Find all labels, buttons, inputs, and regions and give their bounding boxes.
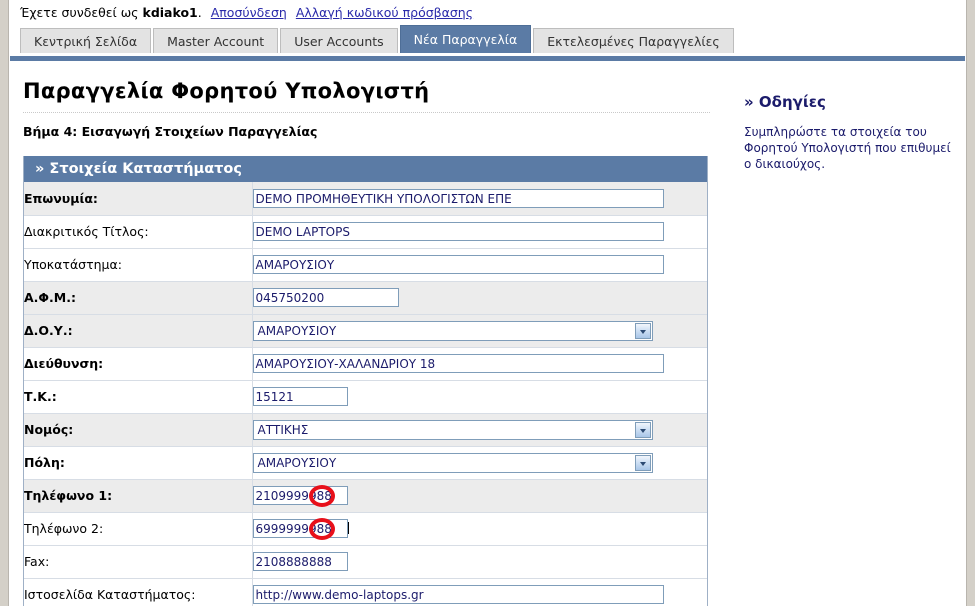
field-wrapper: http://www.demo-laptops.gr	[252, 585, 664, 605]
field-label: Νομός:	[24, 413, 253, 447]
tab-3-active[interactable]: Νέα Παραγγελία	[399, 25, 532, 53]
text-input-10[interactable]: 6999999988	[252, 519, 348, 538]
select-4[interactable]: ΑΜΑΡΟΥΣΙΟΥ	[252, 320, 653, 341]
field-label: Δ.Ο.Υ.:	[24, 314, 253, 348]
change-password-link[interactable]: Αλλαγή κωδικού πρόσβασης	[296, 5, 473, 20]
logged-in-username: kdiako1	[142, 5, 198, 20]
field-wrapper: 045750200	[252, 288, 399, 307]
form-row: Fax: 2108888888	[24, 545, 707, 579]
shop-details-panel: » Στοιχεία Καταστήματος Επωνυμία: DEMO ΠΡ…	[23, 156, 708, 606]
field-value-cell: ΑΜΑΡΟΥΣΙΟΥ-ΧΑΛΑΝΔΡΙΟΥ 18	[252, 347, 707, 381]
chevron-down-icon[interactable]	[634, 421, 651, 438]
form-row: Υποκατάστημα: ΑΜΑΡΟΥΣΙΟΥ	[24, 248, 707, 282]
form-row: Επωνυμία: DEMO ΠΡΟΜΗΘΕΥΤΙΚΗ ΥΠΟΛΟΓΙΣΤΩΝ Ε…	[24, 182, 707, 216]
text-input-0[interactable]: DEMO ΠΡΟΜΗΘΕΥΤΙΚΗ ΥΠΟΛΟΓΙΣΤΩΝ ΕΠΕ	[252, 188, 664, 208]
field-wrapper: DEMO LAPTOPS	[252, 222, 664, 241]
chevron-down-icon[interactable]	[634, 454, 651, 471]
select-selected-value: ΑΜΑΡΟΥΣΙΟΥ	[257, 455, 337, 470]
select-selected-value: ΑΜΑΡΟΥΣΙΟΥ	[257, 323, 337, 338]
field-value-cell: ΑΤΤΙΚΗΣ	[252, 413, 707, 447]
field-value-cell: 6999999988	[252, 512, 707, 546]
form-row: Τ.Κ.: 15121	[24, 380, 707, 414]
application-window: Έχετε συνδεθεί ως kdiako1. Αποσύνδεση Αλ…	[0, 0, 975, 606]
form-row: Διακριτικός Τίτλος: DEMO LAPTOPS	[24, 215, 707, 249]
field-value-cell: ΑΜΑΡΟΥΣΙΟΥ	[252, 314, 707, 348]
shop-details-table: Επωνυμία: DEMO ΠΡΟΜΗΘΕΥΤΙΚΗ ΥΠΟΛΟΓΙΣΤΩΝ Ε…	[24, 182, 707, 606]
field-value-cell: ΑΜΑΡΟΥΣΙΟΥ	[252, 248, 707, 282]
navigation-tabs: Κεντρική Σελίδα Master Account User Accoun…	[10, 25, 965, 56]
field-wrapper: 2109999988	[252, 485, 348, 507]
field-wrapper: 15121	[252, 387, 348, 406]
field-label: Διεύθυνση:	[24, 347, 253, 381]
panel-header: » Στοιχεία Καταστήματος	[24, 156, 707, 182]
select-selected-value: ΑΤΤΙΚΗΣ	[257, 422, 309, 437]
field-value-cell: http://www.demo-laptops.gr	[252, 578, 707, 606]
text-input-9[interactable]: 2109999988	[252, 486, 348, 505]
field-value-cell: ΑΜΑΡΟΥΣΙΟΥ	[252, 446, 707, 480]
field-value-cell: 2108888888	[252, 545, 707, 579]
form-row: Δ.Ο.Υ.: ΑΜΑΡΟΥΣΙΟΥ	[24, 314, 707, 348]
field-wrapper: ΑΜΑΡΟΥΣΙΟΥ	[252, 255, 664, 274]
right-column: » Οδηγίες Συμπληρώστε τα στοιχεία του Φο…	[732, 61, 965, 172]
text-input-12[interactable]: http://www.demo-laptops.gr	[252, 585, 664, 605]
text-input-1[interactable]: DEMO LAPTOPS	[252, 222, 664, 241]
field-label: Τηλέφωνο 1:	[24, 479, 253, 513]
field-label: Fax:	[24, 545, 253, 579]
form-row: Νομός: ΑΤΤΙΚΗΣ	[24, 413, 707, 447]
field-label: Τηλέφωνο 2:	[24, 512, 253, 546]
step-heading: Βήμα 4: Εισαγωγή Στοιχείων Παραγγελίας	[23, 124, 318, 139]
left-column: Παραγγελία Φορητού Υπολογιστή Βήμα 4: Ει…	[10, 61, 722, 606]
form-row: Α.Φ.Μ.: 045750200	[24, 281, 707, 315]
field-value-cell: 045750200	[252, 281, 707, 315]
form-row: Πόλη: ΑΜΑΡΟΥΣΙΟΥ	[24, 446, 707, 480]
chevron-down-icon[interactable]	[634, 322, 651, 339]
text-input-5[interactable]: ΑΜΑΡΟΥΣΙΟΥ-ΧΑΛΑΝΔΡΙΟΥ 18	[252, 354, 664, 373]
text-input-6[interactable]: 15121	[252, 387, 348, 406]
form-row: Διεύθυνση: ΑΜΑΡΟΥΣΙΟΥ-ΧΑΛΑΝΔΡΙΟΥ 18	[24, 347, 707, 381]
window-right-edge	[966, 0, 975, 606]
field-label: Α.Φ.Μ.:	[24, 281, 253, 315]
field-label: Διακριτικός Τίτλος:	[24, 215, 253, 249]
page-content: Έχετε συνδεθεί ως kdiako1. Αποσύνδεση Αλ…	[10, 0, 965, 606]
page-title: Παραγγελία Φορητού Υπολογιστή	[23, 79, 430, 103]
form-row: Ιστοσελίδα Καταστήματος: http://www.demo-…	[24, 578, 707, 606]
window-left-edge	[0, 0, 9, 606]
text-input-2[interactable]: ΑΜΑΡΟΥΣΙΟΥ	[252, 255, 664, 274]
text-input-11[interactable]: 2108888888	[252, 552, 348, 571]
field-label: Επωνυμία:	[24, 182, 253, 216]
field-label: Τ.Κ.:	[24, 380, 253, 414]
login-prefix-text: Έχετε συνδεθεί ως	[20, 5, 143, 20]
field-label: Πόλη:	[24, 446, 253, 480]
instructions-title: » Οδηγίες	[744, 93, 826, 111]
field-wrapper: DEMO ΠΡΟΜΗΘΕΥΤΙΚΗ ΥΠΟΛΟΓΙΣΤΩΝ ΕΠΕ	[252, 188, 664, 208]
tab-4[interactable]: Εκτελεσμένες Παραγγελίες	[533, 28, 734, 53]
text-cursor	[347, 522, 349, 534]
title-divider	[23, 112, 710, 113]
tab-0[interactable]: Κεντρική Σελίδα	[20, 28, 152, 53]
field-wrapper: 2108888888	[252, 552, 348, 571]
tab-2[interactable]: User Accounts	[280, 28, 398, 53]
main-area: Παραγγελία Φορητού Υπολογιστή Βήμα 4: Ει…	[10, 61, 965, 606]
login-suffix-text: .	[197, 5, 202, 20]
field-value-cell: 15121	[252, 380, 707, 414]
form-row: Τηλέφωνο 2: 6999999988	[24, 512, 707, 546]
field-value-cell: DEMO LAPTOPS	[252, 215, 707, 249]
field-label: Ιστοσελίδα Καταστήματος:	[24, 578, 253, 606]
instructions-body: Συμπληρώστε τα στοιχεία του Φορητού Υπολ…	[744, 125, 951, 171]
login-status-bar: Έχετε συνδεθεί ως kdiako1. Αποσύνδεση Αλ…	[10, 0, 965, 25]
tab-1[interactable]: Master Account	[153, 28, 279, 53]
select-8[interactable]: ΑΜΑΡΟΥΣΙΟΥ	[252, 452, 653, 473]
logout-link[interactable]: Αποσύνδεση	[211, 5, 287, 20]
field-label: Υποκατάστημα:	[24, 248, 253, 282]
field-wrapper: ΑΜΑΡΟΥΣΙΟΥ-ΧΑΛΑΝΔΡΙΟΥ 18	[252, 354, 664, 373]
field-value-cell: DEMO ΠΡΟΜΗΘΕΥΤΙΚΗ ΥΠΟΛΟΓΙΣΤΩΝ ΕΠΕ	[252, 182, 707, 216]
field-value-cell: 2109999988	[252, 479, 707, 513]
form-row: Τηλέφωνο 1: 2109999988	[24, 479, 707, 513]
field-wrapper: 6999999988	[252, 518, 349, 540]
select-7[interactable]: ΑΤΤΙΚΗΣ	[252, 419, 653, 440]
text-input-3[interactable]: 045750200	[252, 288, 399, 307]
